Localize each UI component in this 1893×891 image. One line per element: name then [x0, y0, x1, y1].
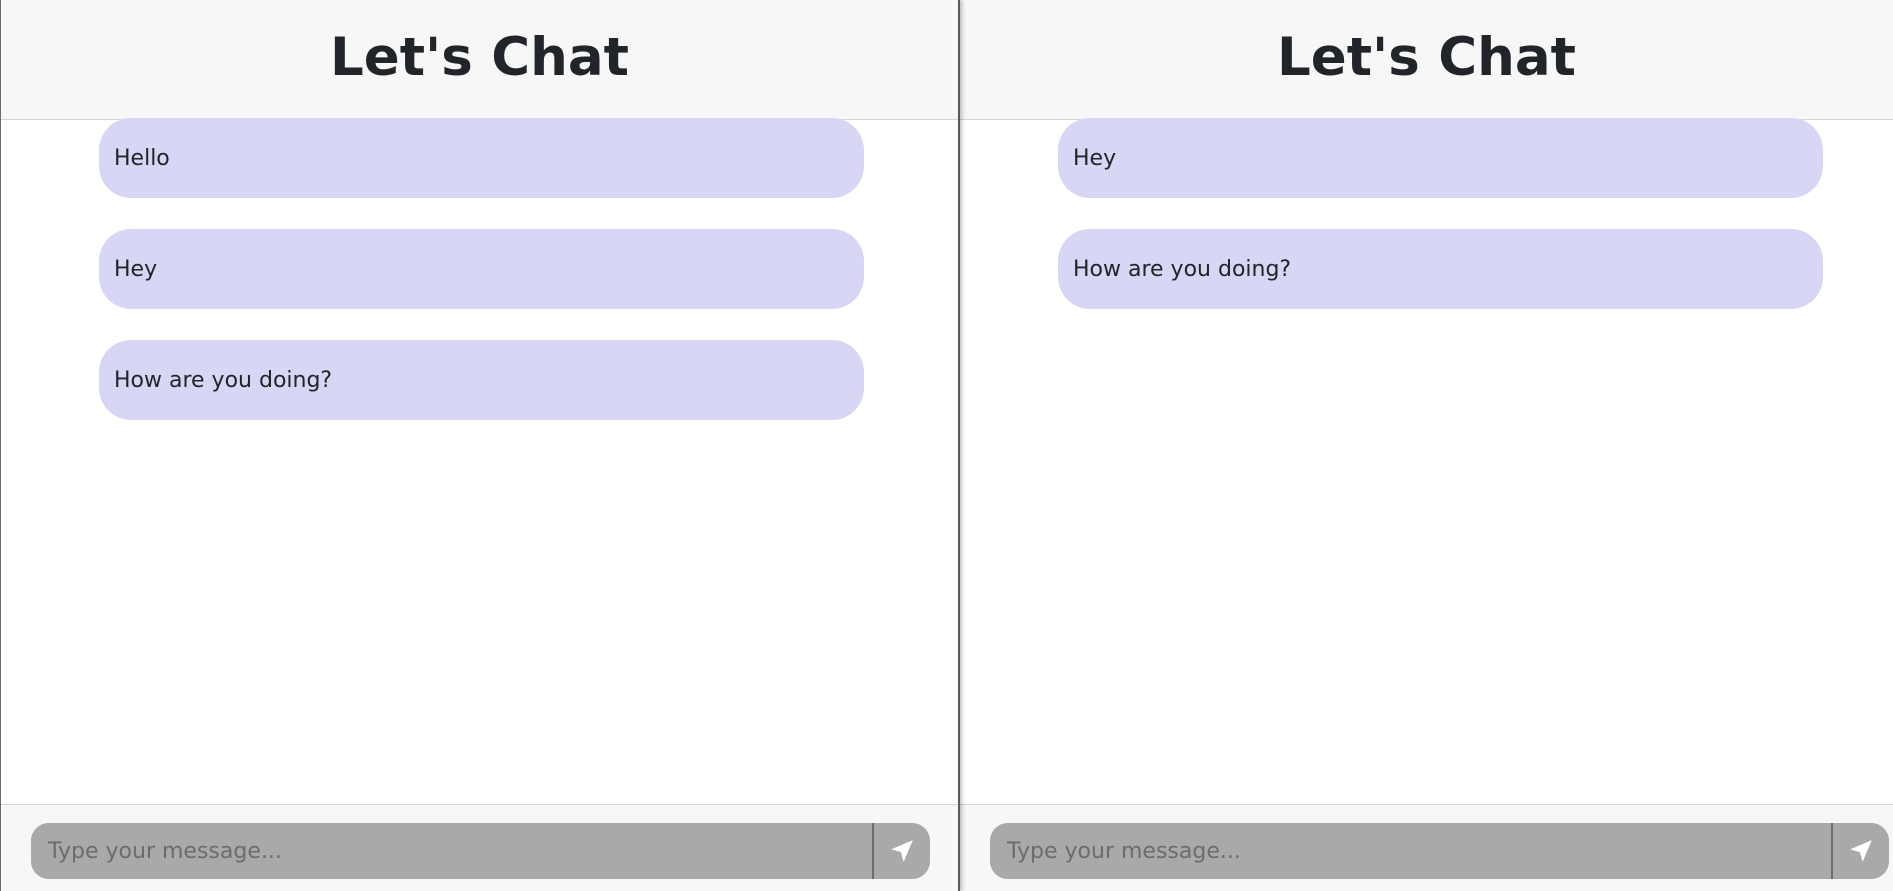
chat-header: Let's Chat — [960, 0, 1893, 120]
chat-pane-right: Let's Chat Hey How are you doing? — [960, 0, 1893, 891]
message-bubble: Hello — [99, 118, 864, 198]
chat-header: Let's Chat — [1, 0, 958, 120]
message-bubble: Hey — [99, 229, 864, 309]
chat-title: Let's Chat — [1276, 27, 1576, 88]
send-icon — [891, 840, 913, 862]
send-button[interactable] — [1831, 823, 1889, 879]
message-input[interactable] — [31, 823, 872, 879]
send-icon — [1850, 840, 1872, 862]
message-composer — [1, 804, 958, 891]
message-composer — [960, 804, 1893, 891]
message-list[interactable]: Hey How are you doing? — [960, 118, 1893, 805]
chat-pane-left: Let's Chat Hello Hey How are you doing? — [0, 0, 960, 891]
message-bubble: How are you doing? — [99, 340, 864, 420]
message-bubble: How are you doing? — [1058, 229, 1823, 309]
message-input[interactable] — [990, 823, 1831, 879]
chat-title: Let's Chat — [329, 27, 629, 88]
message-input-group — [31, 823, 930, 879]
message-bubble: Hey — [1058, 118, 1823, 198]
message-input-group — [990, 823, 1889, 879]
message-list[interactable]: Hello Hey How are you doing? — [1, 118, 958, 805]
send-button[interactable] — [872, 823, 930, 879]
chat-windows: Let's Chat Hello Hey How are you doing? … — [0, 0, 1893, 891]
